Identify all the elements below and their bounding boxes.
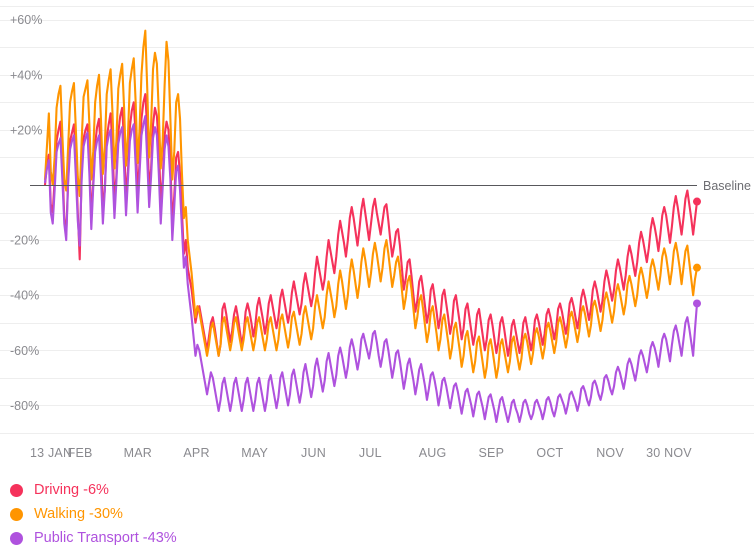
y-axis-tick-label: +40% — [10, 68, 42, 82]
x-axis-tick-label: OCT — [536, 446, 563, 460]
mobility-trends-chart: +60% +40% +20% -20% -40% -60% -80% Baseline 13… — [0, 0, 754, 559]
legend-item-label: Driving -6% — [34, 482, 109, 498]
legend-item-label: Walking -30% — [34, 506, 123, 522]
x-axis-tick-label: AUG — [419, 446, 447, 460]
y-axis-tick-label: +20% — [10, 123, 42, 137]
x-axis-tick-label: JUL — [359, 446, 382, 460]
y-axis-tick-label: -20% — [10, 234, 39, 248]
x-axis-tick-label: 13 JAN — [30, 446, 72, 460]
endpoint-dot-driving — [693, 198, 701, 206]
legend-item-driving[interactable]: Driving -6% — [0, 478, 754, 502]
x-axis-tick-label: MAR — [124, 446, 152, 460]
x-axis-tick-labels: 13 JANFEB MAR APR MAY JUN JUL AUG SEP OCT NOV 30 N… — [0, 446, 754, 472]
legend-item-label: Public Transport -43% — [34, 530, 177, 546]
x-axis-tick-label: SEP — [479, 446, 505, 460]
legend-color-dot-icon — [10, 508, 23, 521]
x-axis-tick-label: MAY — [241, 446, 268, 460]
baseline-label: Baseline — [703, 179, 751, 193]
endpoint-dot-walking — [693, 264, 701, 272]
legend-color-dot-icon — [10, 484, 23, 497]
series-lines-group — [45, 31, 697, 422]
legend-item-walking[interactable]: Walking -30% — [0, 502, 754, 526]
chart-legend: Driving -6% Walking -30% Public Transport … — [0, 478, 754, 550]
series-line-walking — [45, 31, 697, 378]
endpoint-dot-public-transport — [693, 299, 701, 307]
gridlines-group — [0, 7, 754, 447]
y-axis-tick-label: -80% — [10, 399, 39, 413]
chart-svg: +60% +40% +20% -20% -40% -60% -80% Baseline — [0, 0, 754, 446]
y-axis-tick-label: -60% — [10, 344, 39, 358]
legend-item-public-transport[interactable]: Public Transport -43% — [0, 526, 754, 550]
x-axis-tick-label: APR — [183, 446, 209, 460]
x-axis-tick-label: 30 NOV — [646, 446, 692, 460]
legend-color-dot-icon — [10, 532, 23, 545]
x-axis-tick-label: NOV — [596, 446, 624, 460]
x-axis-tick-label: JUN — [301, 446, 326, 460]
chart-plot-area: +60% +40% +20% -20% -40% -60% -80% Baseline — [0, 0, 754, 446]
x-axis-tick-label: FEB — [68, 446, 93, 460]
y-axis-tick-label: -40% — [10, 289, 39, 303]
y-axis-tick-label: +60% — [10, 13, 42, 27]
